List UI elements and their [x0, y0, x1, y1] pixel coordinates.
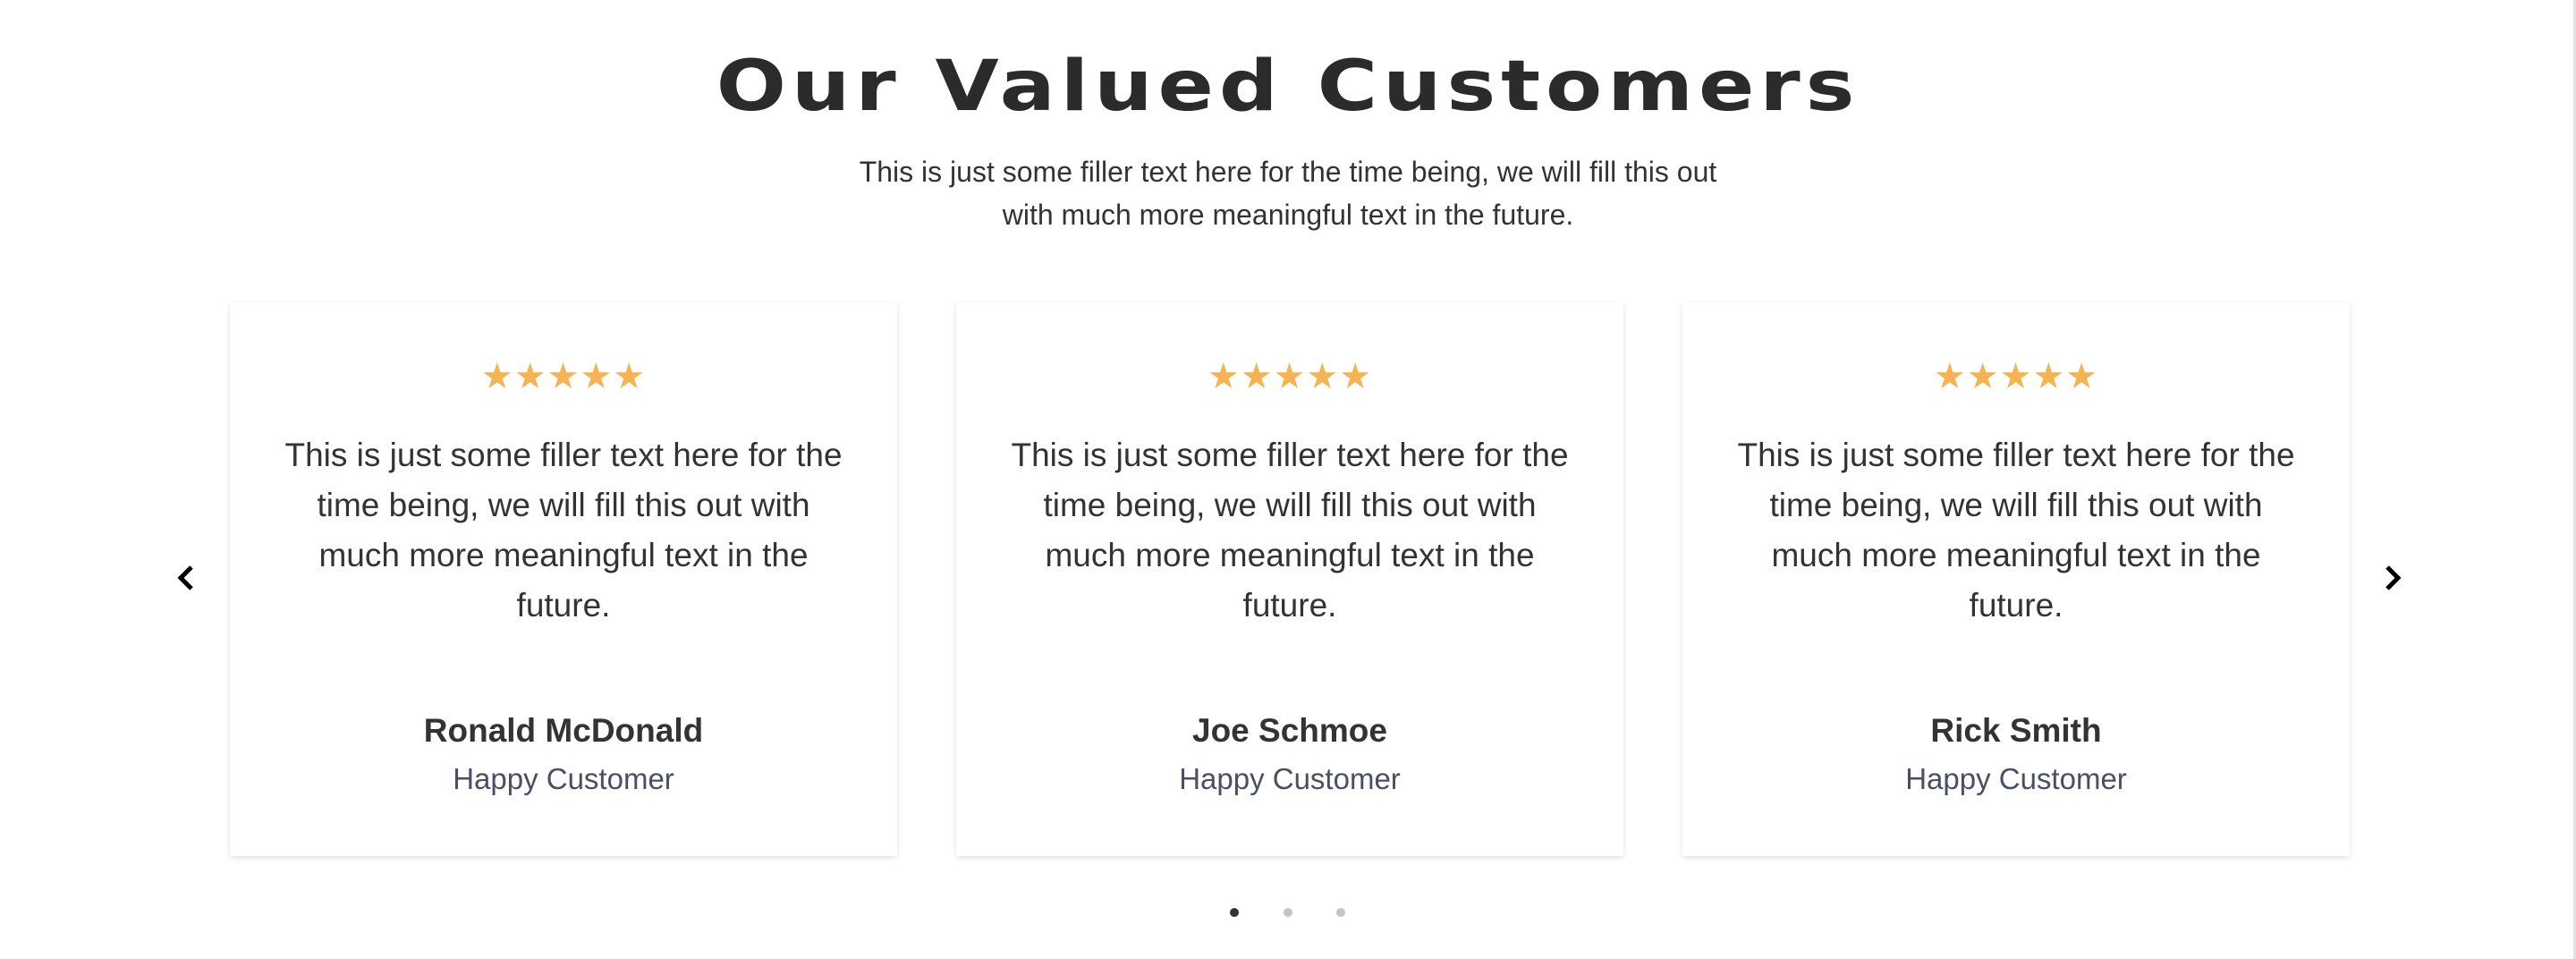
chevron-left-icon	[177, 565, 193, 590]
testimonial-quote: This is just some filler text here for t…	[284, 437, 843, 624]
testimonial-quote: This is just some filler text here for t…	[1737, 437, 2295, 624]
testimonial-card: ★★★★★ This is just some filler text here…	[1682, 302, 2350, 856]
page-title: Our Valued Customers	[716, 47, 1860, 127]
carousel-dot-2[interactable]	[1284, 908, 1292, 917]
customer-role: Happy Customer	[1179, 762, 1401, 795]
carousel-dot-1[interactable]	[1230, 908, 1239, 917]
customer-name: Ronald McDonald	[423, 712, 704, 749]
customer-name: Rick Smith	[1930, 712, 2102, 749]
customer-role: Happy Customer	[1905, 762, 2127, 795]
chevron-right-icon	[2385, 565, 2402, 590]
star-rating-icon: ★★★★★	[480, 357, 647, 396]
customer-role: Happy Customer	[453, 762, 674, 795]
carousel-dot-3[interactable]	[1336, 908, 1345, 917]
next-arrow-button[interactable]	[2375, 560, 2411, 596]
section-subtitle: This is just some filler text here for t…	[859, 156, 1717, 231]
star-rating-icon: ★★★★★	[1933, 357, 2099, 396]
testimonial-quote: This is just some filler text here for t…	[1011, 437, 1569, 624]
star-rating-icon: ★★★★★	[1207, 357, 1373, 396]
testimonial-card: ★★★★★ This is just some filler text here…	[230, 302, 897, 856]
customer-name: Joe Schmoe	[1192, 712, 1387, 749]
prev-arrow-button[interactable]	[168, 560, 204, 596]
testimonial-card: ★★★★★ This is just some filler text here…	[956, 302, 1623, 856]
